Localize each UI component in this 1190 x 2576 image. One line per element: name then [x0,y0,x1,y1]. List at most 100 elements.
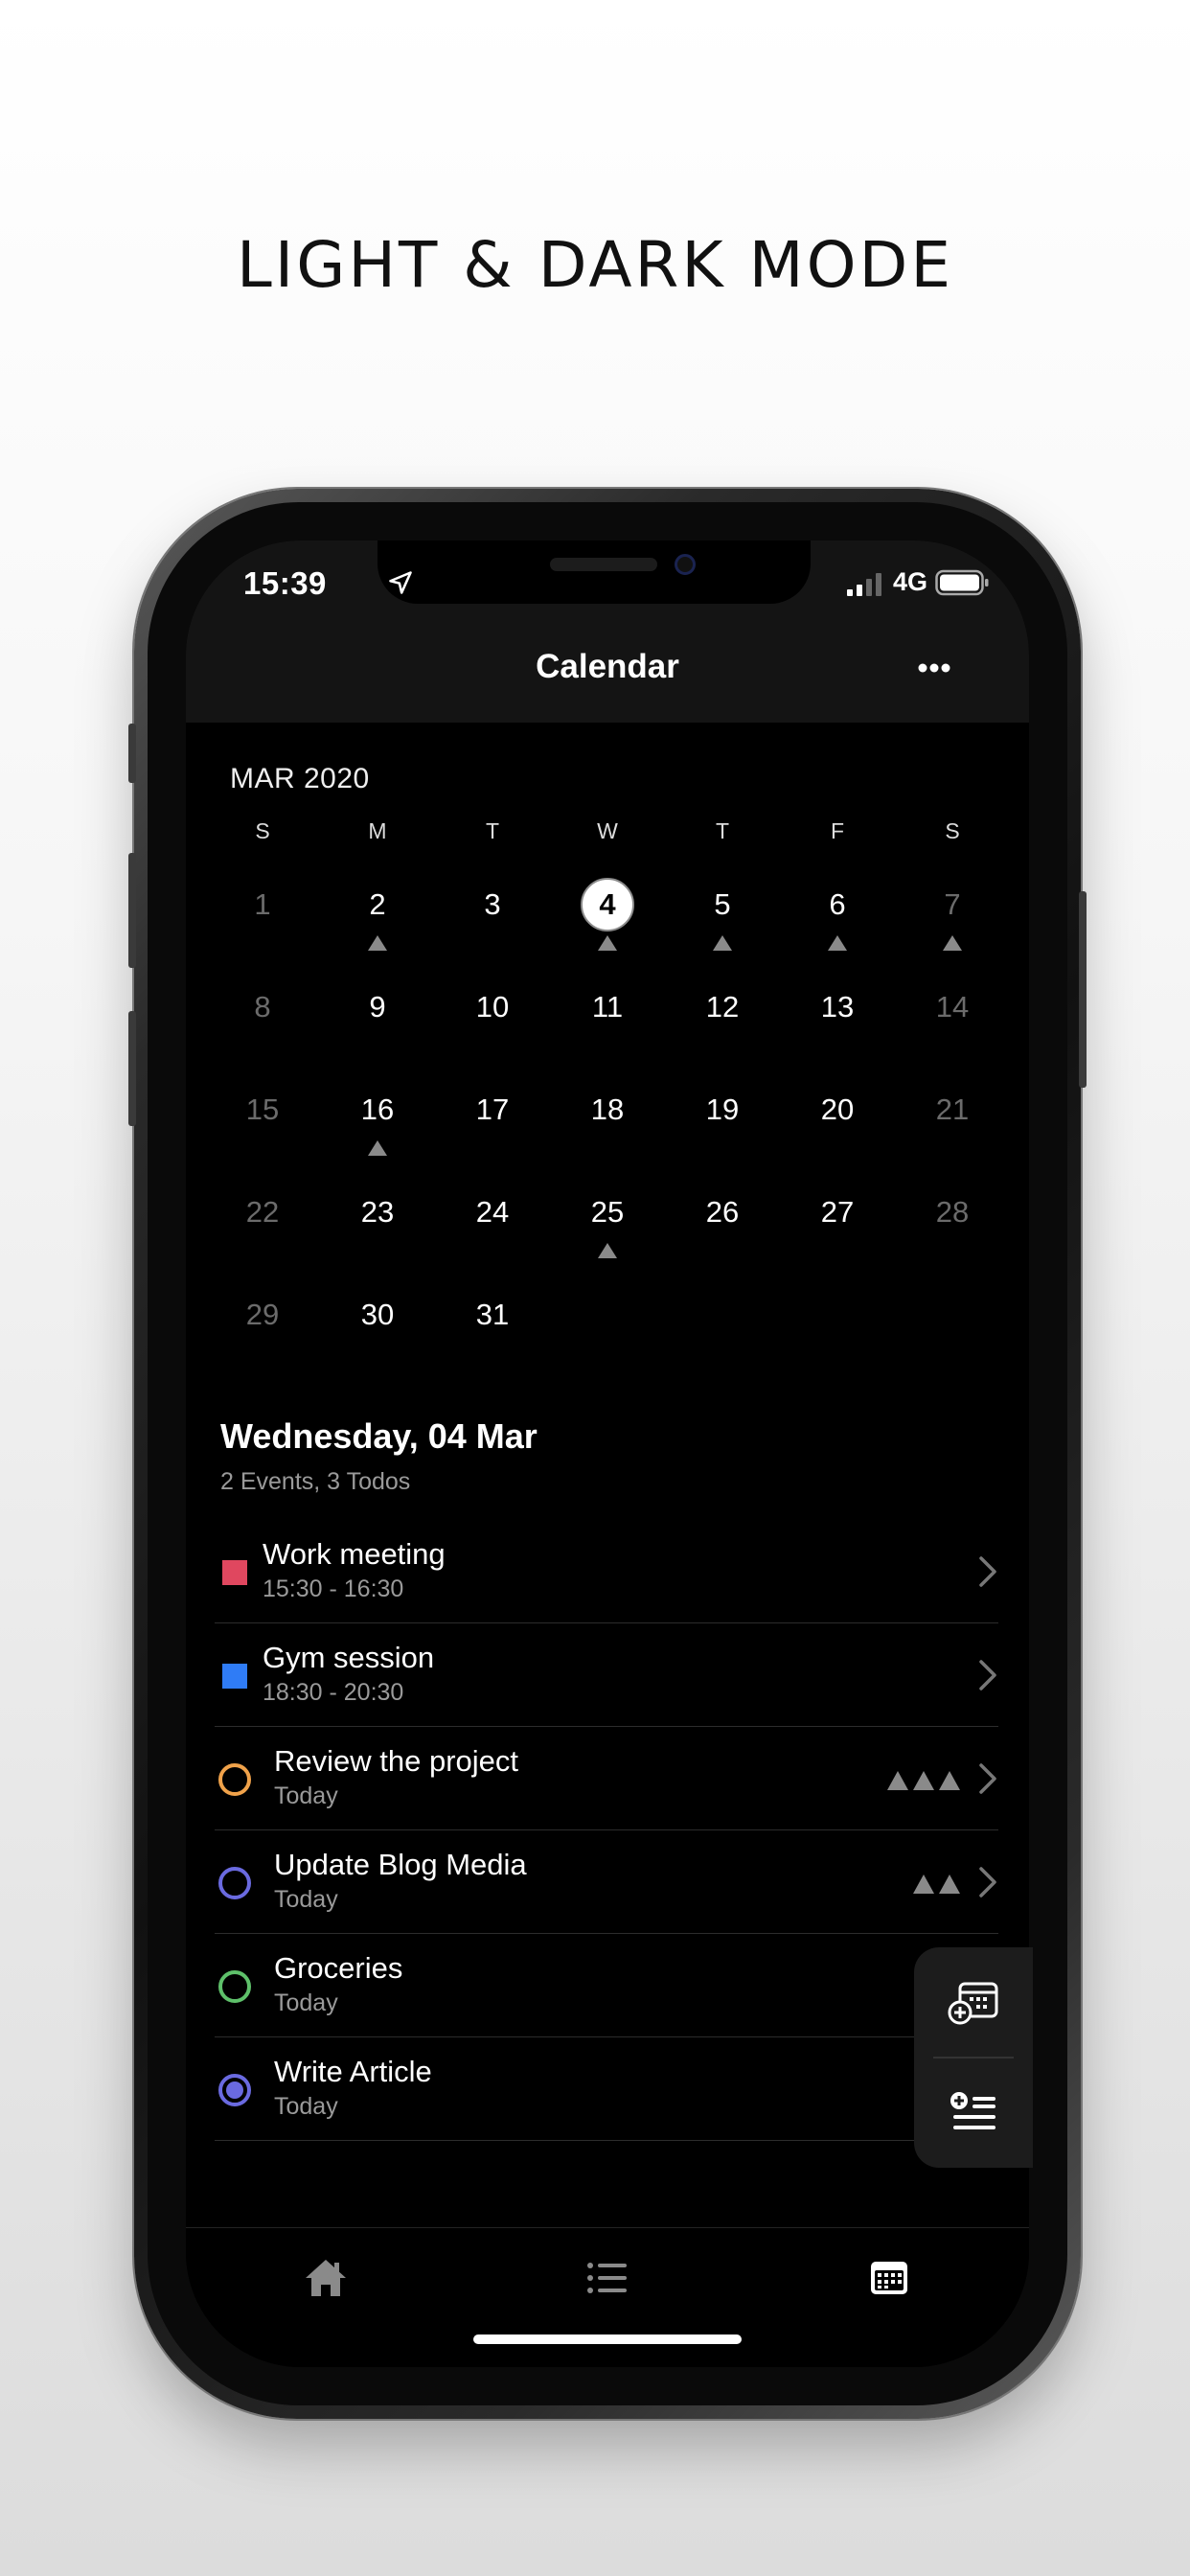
weekday-label: S [945,818,960,843]
day-number: 18 [590,1092,625,1126]
weekday-label: T [715,818,730,843]
day-number: 1 [254,887,271,921]
todo-row[interactable]: Write Article Today [215,2037,998,2141]
item-subtitle: Today [274,1782,338,1809]
item-subtitle: 15:30 - 16:30 [263,1576,404,1602]
calendar-day[interactable]: 7 [895,876,1010,978]
day-number: 21 [935,1092,970,1126]
page-title: Calendar [536,648,679,685]
calendar-day[interactable]: 11 [550,978,665,1081]
day-number: 14 [935,990,970,1024]
item-subtitle: Today [274,2093,338,2120]
day-summary: 2 Events, 3 Todos [220,1468,411,1495]
calendar-day[interactable]: 6 [780,876,895,978]
event-marker-icon [598,1243,617,1258]
month-grid: 1 2 3 4 5 6 7 8 9 10 11 12 13 14 15 16 17 18 19 20 21 22 23 24 2… [205,876,1010,1389]
calendar-day[interactable]: 21 [895,1081,1010,1184]
calendar-day[interactable]: 22 [205,1184,320,1286]
calendar-icon [871,2262,907,2294]
home-indicator [473,2334,742,2344]
event-marker-icon [828,935,847,951]
chevron-right-icon [979,1556,996,1587]
calendar-day[interactable]: 20 [780,1081,895,1184]
battery-icon [935,569,989,596]
calendar-week: 1 2 3 4 5 6 7 [205,876,1010,978]
signal-icon [847,573,881,596]
calendar-day[interactable]: 19 [665,1081,780,1184]
todo-checkbox[interactable] [218,1970,251,2003]
priority-indicator [913,1874,960,1894]
calendar-week: 8 9 10 11 12 13 14 [205,978,1010,1081]
calendar-day[interactable]: 25 [550,1184,665,1286]
calendar-day[interactable]: 17 [435,1081,550,1184]
item-title: Groceries [274,1951,403,1985]
day-number: 25 [590,1195,625,1229]
priority-icon [913,1771,934,1790]
calendar-day[interactable]: 15 [205,1081,320,1184]
tab-calendar[interactable] [860,2249,918,2307]
tab-list[interactable] [579,2249,636,2307]
calendar-day[interactable]: 2 [320,876,435,978]
calendar-day[interactable]: 28 [895,1184,1010,1286]
priority-icon [939,1874,960,1894]
event-color-swatch [222,1664,247,1689]
calendar-day[interactable]: 16 [320,1081,435,1184]
more-options-button[interactable] [910,644,958,692]
calendar-week: 29 30 31 [205,1286,1010,1389]
calendar-day[interactable]: 8 [205,978,320,1081]
calendar-day[interactable]: 30 [320,1286,435,1389]
day-number: 2 [369,887,386,921]
weekday-label: W [597,818,618,843]
volume-up-button [128,853,136,968]
todo-checkbox[interactable] [218,1763,251,1796]
calendar-day[interactable]: 14 [895,978,1010,1081]
calendar-day[interactable]: 26 [665,1184,780,1286]
event-row[interactable]: Gym session 18:30 - 20:30 [215,1623,998,1727]
calendar-day[interactable]: 24 [435,1184,550,1286]
day-number: 5 [714,887,731,921]
calendar-day[interactable]: 9 [320,978,435,1081]
priority-icon [913,1874,934,1894]
tab-bar [186,2227,1029,2367]
day-number: 30 [360,1298,395,1331]
day-number: 6 [829,887,846,921]
day-number: 16 [360,1092,395,1126]
weekday-label: S [255,818,270,843]
agenda-list: Work meeting 15:30 - 16:30 Gym session 18:3… [215,1520,998,2141]
calendar-day[interactable]: 12 [665,978,780,1081]
day-number: 7 [944,887,961,921]
priority-indicator [887,1771,960,1790]
calendar-day[interactable]: 23 [320,1184,435,1286]
chevron-right-icon [979,1867,996,1898]
calendar-day[interactable]: 29 [205,1286,320,1389]
calendar-day[interactable]: 1 [205,876,320,978]
event-row[interactable]: Work meeting 15:30 - 16:30 [215,1520,998,1623]
calendar-day[interactable]: 18 [550,1081,665,1184]
day-number: 27 [820,1195,855,1229]
todo-checkbox[interactable] [218,2074,251,2106]
calendar-day[interactable]: 31 [435,1286,550,1389]
item-subtitle: 18:30 - 20:30 [263,1679,404,1706]
day-number: 29 [245,1298,280,1331]
event-marker-icon [943,935,962,951]
add-event-icon [948,1982,998,2025]
add-event-button[interactable] [914,1947,1033,2057]
day-number: 3 [484,887,501,921]
todo-row[interactable]: Groceries Today [215,1934,998,2037]
weekday-label: F [830,818,845,843]
app-screen: 15:39 4G Calendar MAR 2020 SMTWTFS 12345… [186,540,1029,2367]
add-todo-button[interactable] [914,2058,1033,2168]
todo-checkbox[interactable] [218,1867,251,1899]
calendar-day[interactable]: 5 [665,876,780,978]
todo-row[interactable]: Review the project Today [215,1727,998,1830]
todo-row[interactable]: Update Blog Media Today [215,1830,998,1934]
status-time: 15:39 [243,565,327,601]
calendar-day[interactable]: 13 [780,978,895,1081]
calendar-week: 15 16 17 18 19 20 21 [205,1081,1010,1184]
calendar-day[interactable]: 3 [435,876,550,978]
calendar-day[interactable]: 10 [435,978,550,1081]
calendar-day-selected[interactable]: 4 [550,876,665,978]
day-number: 10 [475,990,510,1024]
tab-home[interactable] [297,2249,355,2307]
calendar-day[interactable]: 27 [780,1184,895,1286]
